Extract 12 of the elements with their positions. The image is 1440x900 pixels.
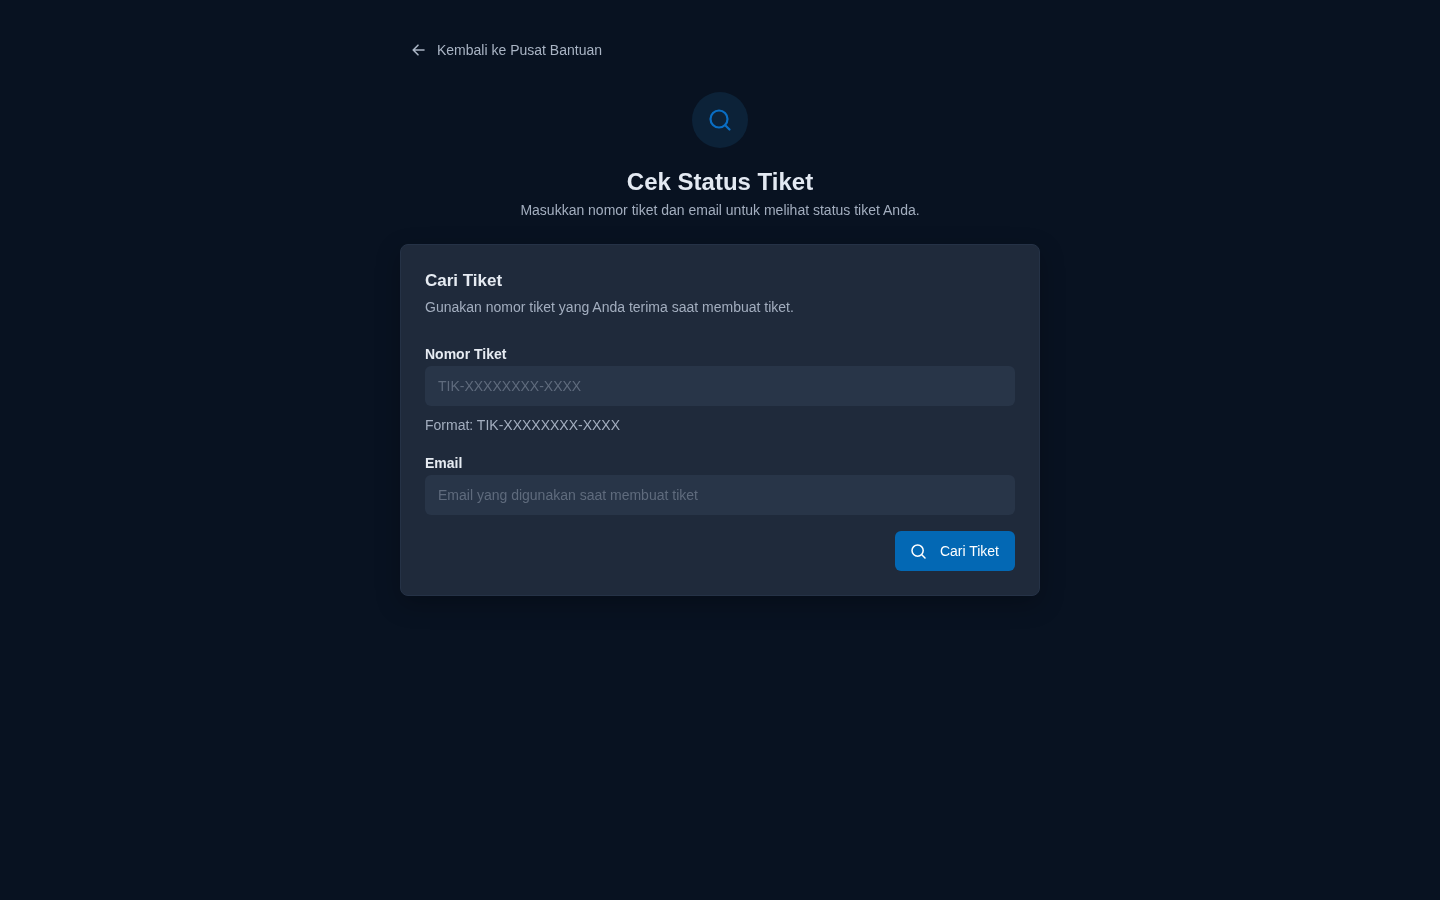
field-label: Email <box>425 454 463 472</box>
arrow-left-icon <box>412 44 425 56</box>
card-description: Gunakan nomor tiket yang Anda terima saat membuat tiket. <box>425 298 795 317</box>
back-link[interactable]: Kembali ke Pusat Bantuan <box>412 40 602 60</box>
search-icon <box>910 543 926 559</box>
search-icon <box>692 92 748 148</box>
field-label: Nomor Tiket <box>425 345 507 363</box>
page-title: Cek Status Tiket <box>626 167 814 197</box>
page-subtitle: Masukkan nomor tiket dan email untuk melihat status tiket Anda. <box>520 201 920 220</box>
field-hint: Format: TIK-XXXXXXXX-XXXX <box>425 416 621 434</box>
search-button[interactable]: Cari Tiket <box>894 531 1015 571</box>
card-title: Cari Tiket <box>425 270 504 292</box>
